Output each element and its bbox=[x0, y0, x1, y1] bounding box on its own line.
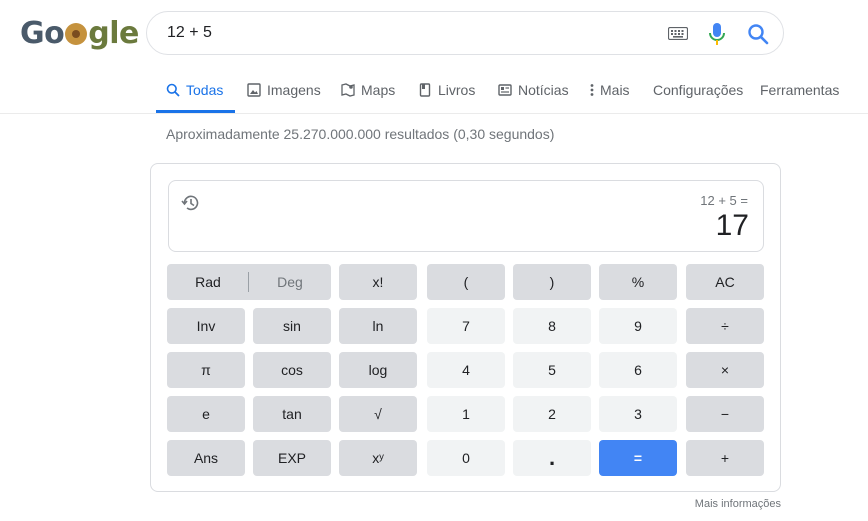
minus-key[interactable]: − bbox=[686, 396, 764, 432]
logo-letter: G bbox=[20, 16, 45, 51]
doodle-flower-icon bbox=[65, 23, 88, 45]
tab-label: Livros bbox=[438, 82, 476, 98]
digit-8-key[interactable]: 8 bbox=[513, 308, 591, 344]
calculator-result: 17 bbox=[715, 209, 749, 242]
ans-key[interactable]: Ans bbox=[167, 440, 245, 476]
tab-noticias[interactable]: Notícias bbox=[498, 72, 569, 113]
calculator-expression: 12 + 5 = bbox=[700, 193, 748, 208]
logo-letter: g bbox=[88, 16, 110, 51]
tab-label: Todas bbox=[186, 82, 224, 98]
pi-key[interactable]: π bbox=[167, 352, 245, 388]
tab-label: Notícias bbox=[518, 82, 569, 98]
digit-9-key[interactable]: 9 bbox=[599, 308, 677, 344]
tab-imagens[interactable]: Imagens bbox=[247, 72, 321, 113]
deg-button[interactable]: Deg bbox=[249, 264, 331, 300]
all-clear-key[interactable]: AC bbox=[686, 264, 764, 300]
tan-key[interactable]: tan bbox=[253, 396, 331, 432]
tab-maps[interactable]: Maps bbox=[341, 72, 395, 113]
logo-letter: l bbox=[109, 16, 120, 51]
tab-label: Mais bbox=[600, 82, 630, 98]
right-paren-key[interactable]: ) bbox=[513, 264, 591, 300]
tab-ferramentas[interactable]: Ferramentas bbox=[760, 72, 839, 113]
microphone-icon[interactable] bbox=[707, 22, 727, 46]
factorial-key[interactable]: x! bbox=[339, 264, 417, 300]
tab-livros[interactable]: Livros bbox=[418, 72, 475, 113]
multiply-key[interactable]: × bbox=[686, 352, 764, 388]
decimal-point-key[interactable]: . bbox=[513, 440, 591, 476]
divide-key[interactable]: ÷ bbox=[686, 308, 764, 344]
power-key[interactable]: xʸ bbox=[339, 440, 417, 476]
digit-3-key[interactable]: 3 bbox=[599, 396, 677, 432]
search-input[interactable] bbox=[167, 22, 647, 44]
search-box[interactable] bbox=[146, 11, 784, 55]
keyboard-icon[interactable] bbox=[668, 27, 688, 40]
tab-label: Maps bbox=[361, 82, 396, 98]
cos-key[interactable]: cos bbox=[253, 352, 331, 388]
search-icon[interactable] bbox=[747, 23, 769, 45]
calculator-card: 12 + 5 = 17 Rad Deg x! ( ) % AC Inv sin … bbox=[150, 163, 781, 492]
ln-key[interactable]: ln bbox=[339, 308, 417, 344]
inv-key[interactable]: Inv bbox=[167, 308, 245, 344]
rad-deg-toggle[interactable]: Rad Deg bbox=[167, 264, 331, 300]
digit-0-key[interactable]: 0 bbox=[427, 440, 505, 476]
e-key[interactable]: e bbox=[167, 396, 245, 432]
digit-7-key[interactable]: 7 bbox=[427, 308, 505, 344]
search-icon bbox=[166, 83, 180, 97]
log-key[interactable]: log bbox=[339, 352, 417, 388]
book-icon bbox=[419, 83, 431, 97]
logo-letter: e bbox=[119, 16, 139, 51]
tab-label: Configurações bbox=[653, 82, 744, 98]
tab-todas[interactable]: Todas bbox=[156, 72, 236, 113]
logo-letter: o bbox=[44, 16, 65, 51]
digit-6-key[interactable]: 6 bbox=[599, 352, 677, 388]
image-icon bbox=[247, 83, 261, 97]
history-icon[interactable] bbox=[181, 193, 201, 213]
digit-5-key[interactable]: 5 bbox=[513, 352, 591, 388]
tab-label: Imagens bbox=[267, 82, 321, 98]
digit-1-key[interactable]: 1 bbox=[427, 396, 505, 432]
plus-key[interactable]: + bbox=[686, 440, 764, 476]
sin-key[interactable]: sin bbox=[253, 308, 331, 344]
more-vert-icon bbox=[590, 84, 594, 96]
search-tabs: Todas Imagens Maps Livros Notícias Mais … bbox=[0, 72, 868, 114]
tab-mais[interactable]: Mais bbox=[588, 72, 630, 113]
google-logo[interactable]: Go gle bbox=[20, 14, 139, 54]
news-icon bbox=[498, 84, 512, 96]
sqrt-key[interactable]: √ bbox=[339, 396, 417, 432]
equals-key[interactable]: = bbox=[599, 440, 677, 476]
percent-key[interactable]: % bbox=[599, 264, 677, 300]
digit-2-key[interactable]: 2 bbox=[513, 396, 591, 432]
results-stats: Aproximadamente 25.270.000.000 resultado… bbox=[166, 126, 555, 142]
left-paren-key[interactable]: ( bbox=[427, 264, 505, 300]
rad-button[interactable]: Rad bbox=[167, 264, 249, 300]
digit-4-key[interactable]: 4 bbox=[427, 352, 505, 388]
map-icon bbox=[341, 83, 355, 97]
calculator-display: 12 + 5 = 17 bbox=[168, 180, 764, 252]
exp-key[interactable]: EXP bbox=[253, 440, 331, 476]
more-info-link[interactable]: Mais informações bbox=[695, 498, 781, 510]
tab-label: Ferramentas bbox=[760, 82, 840, 98]
tab-configuracoes[interactable]: Configurações bbox=[653, 72, 743, 113]
